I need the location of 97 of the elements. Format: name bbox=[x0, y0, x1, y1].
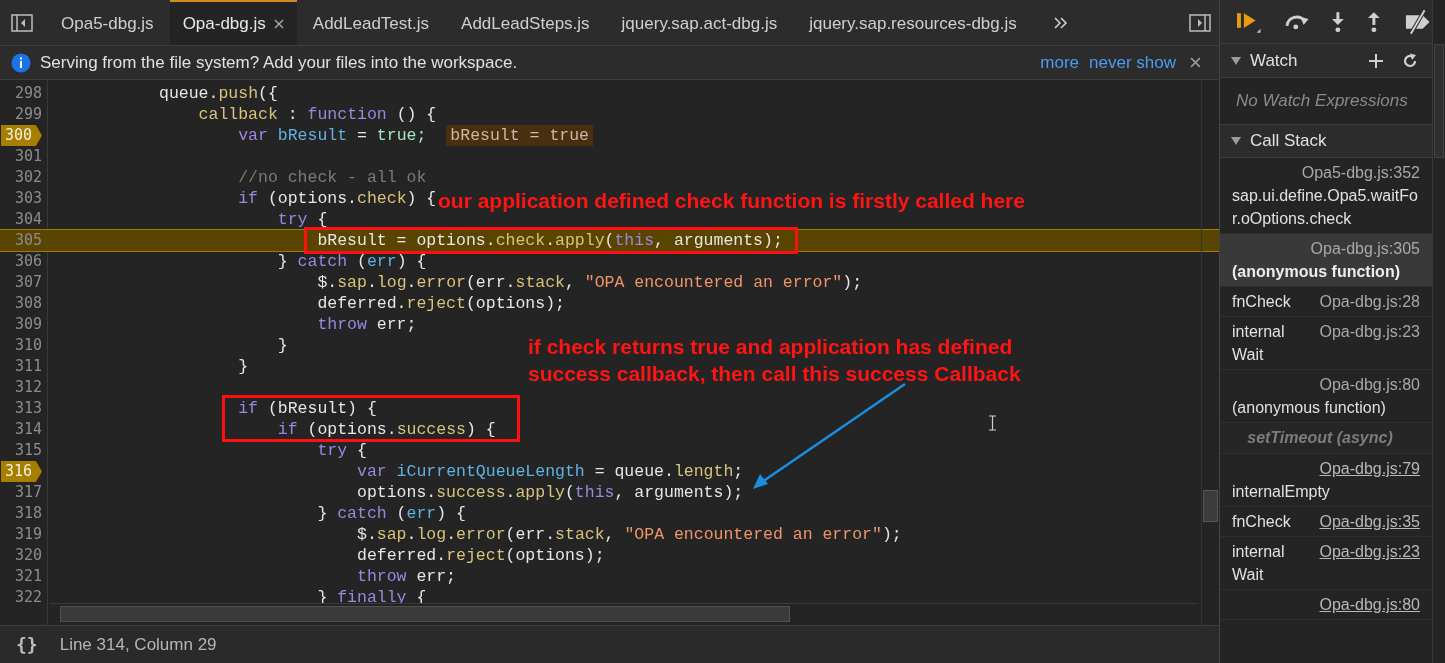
info-link[interactable]: more bbox=[1040, 49, 1080, 76]
frame-location[interactable]: Opa-dbg.js:80 bbox=[1319, 593, 1420, 616]
line-number: 314 bbox=[14, 419, 42, 440]
frame-location[interactable]: Opa-dbg.js:23 bbox=[1319, 540, 1420, 563]
code-line: options.success.apply(this, arguments); bbox=[357, 486, 744, 499]
frame-location[interactable]: Opa-dbg.js:79 bbox=[1319, 457, 1420, 480]
section-title[interactable]: Watch bbox=[1250, 47, 1298, 74]
line-number: 306 bbox=[14, 251, 42, 272]
file-tab[interactable]: AddLeadTest.js bbox=[296, 0, 446, 45]
scrollbar-thumb[interactable] bbox=[60, 606, 790, 622]
inline-value: bResult = true bbox=[446, 125, 593, 146]
step-out-icon[interactable] bbox=[1366, 10, 1381, 33]
file-tab[interactable]: jquery.sap.resources-dbg.js bbox=[793, 0, 1033, 45]
empty-message: No Watch Expressions bbox=[1236, 90, 1408, 113]
code-line: throw err; bbox=[317, 318, 417, 331]
frame-function: sap.ui.define.Opa5.waitFor.oOptions.check bbox=[1232, 186, 1419, 229]
line-number: 319 bbox=[14, 524, 42, 545]
line-number: 307 bbox=[14, 272, 42, 293]
line-number: 302 bbox=[14, 167, 42, 188]
add-icon[interactable] bbox=[1368, 52, 1384, 69]
line-number: 298 bbox=[14, 83, 42, 104]
async-separator: setTimeout (async) bbox=[1247, 428, 1393, 448]
code-line: if (options.success) { bbox=[277, 423, 496, 436]
code-line: try { bbox=[277, 213, 328, 226]
disclosure-triangle-icon[interactable] bbox=[1230, 135, 1242, 147]
frame-location[interactable]: Opa-dbg.js:35 bbox=[1319, 510, 1420, 533]
step-over-icon[interactable] bbox=[1283, 12, 1310, 31]
code-line: deferred.reject(options); bbox=[317, 297, 565, 310]
pretty-print-button[interactable]: {} bbox=[16, 631, 38, 658]
code-line: } bbox=[238, 360, 249, 373]
line-number: 318 bbox=[14, 503, 42, 524]
file-tab[interactable]: Opa5-dbg.js bbox=[45, 0, 170, 45]
close-icon[interactable] bbox=[1190, 57, 1201, 68]
line-number: 299 bbox=[14, 104, 42, 125]
info-message: Serving from the file system? Add your files into the workspace. bbox=[40, 51, 518, 74]
code-line: throw err; bbox=[357, 570, 457, 583]
frame-location[interactable]: Opa-dbg.js:28 bbox=[1319, 290, 1420, 313]
code-line: if (options.check) { bbox=[238, 192, 437, 205]
frame-location[interactable]: Opa5-dbg.js:352 bbox=[1301, 161, 1420, 184]
frame-location[interactable]: Opa-dbg.js:23 bbox=[1319, 320, 1420, 343]
line-number: 321 bbox=[14, 566, 42, 587]
line-number: 311 bbox=[14, 356, 42, 377]
frame-location[interactable]: Opa-dbg.js:80 bbox=[1319, 373, 1420, 396]
cursor-position: Line 314, Column 29 bbox=[59, 633, 217, 656]
code-line: } bbox=[277, 339, 288, 352]
file-tab[interactable]: Opa-dbg.js bbox=[169, 0, 297, 45]
line-number: 315 bbox=[14, 440, 42, 461]
frame-function: (anonymous function) bbox=[1232, 398, 1387, 418]
line-number: 312 bbox=[14, 377, 42, 398]
close-icon[interactable] bbox=[273, 18, 284, 29]
line-number: 322 bbox=[14, 587, 42, 608]
file-tab[interactable]: AddLeadSteps.js bbox=[445, 0, 606, 45]
line-number: 308 bbox=[14, 293, 42, 314]
line-number: 320 bbox=[14, 545, 42, 566]
frame-function: fnCheck bbox=[1232, 293, 1291, 310]
code-line: var iCurrentQueueLength = queue.length; bbox=[357, 465, 744, 478]
more-tabs-icon[interactable] bbox=[1052, 15, 1069, 30]
sidebar-toggle-icon[interactable] bbox=[1189, 13, 1211, 32]
line-number: 305 bbox=[14, 230, 42, 251]
line-number: 303 bbox=[14, 188, 42, 209]
line-number: 310 bbox=[14, 335, 42, 356]
code-line: } catch (err) { bbox=[277, 255, 427, 268]
annotation-text: our application defined check function is firstly called here bbox=[438, 188, 1025, 214]
call-frame[interactable]: Opa-dbg.js:305 (anonymous function) bbox=[1220, 234, 1432, 287]
scrollbar-thumb[interactable] bbox=[1434, 44, 1444, 158]
file-tab[interactable]: jquery.sap.act-dbg.js bbox=[605, 0, 794, 45]
frame-function: internalEmpty bbox=[1232, 482, 1331, 502]
code-line: //no check - all ok bbox=[238, 171, 427, 184]
info-link[interactable]: never show bbox=[1089, 49, 1176, 76]
frame-function: internalWait bbox=[1232, 543, 1285, 583]
code-line: deferred.reject(options); bbox=[357, 549, 605, 562]
frame-function: (anonymous function) bbox=[1232, 262, 1401, 282]
code-line: var bResult = true; bbox=[238, 129, 427, 142]
disclosure-triangle-icon[interactable] bbox=[1230, 54, 1242, 67]
code-line: $.sap.log.error(err.stack, "OPA encountered an error"); bbox=[357, 528, 902, 541]
line-number: 301 bbox=[14, 146, 42, 167]
code-line: callback : function () { bbox=[198, 108, 437, 121]
code-line: if (bResult) { bbox=[238, 402, 377, 415]
info-icon bbox=[11, 52, 31, 73]
scrollbar-thumb[interactable] bbox=[1203, 490, 1218, 522]
refresh-icon[interactable] bbox=[1402, 52, 1418, 69]
frame-function: fnCheck bbox=[1232, 513, 1291, 530]
annotation-text: if check returns true and application has defined success callback, then call this success Callback bbox=[528, 334, 1021, 387]
code-line: bResult = options.check.apply(this, arguments); bbox=[317, 234, 783, 247]
step-into-icon[interactable] bbox=[1331, 10, 1345, 33]
code-line: queue.push({ bbox=[159, 87, 278, 100]
frame-location[interactable]: Opa-dbg.js:305 bbox=[1310, 237, 1420, 260]
code-line: try { bbox=[317, 444, 367, 457]
line-number: 313 bbox=[14, 398, 42, 419]
code-line: } catch (err) { bbox=[317, 507, 466, 520]
line-number: 317 bbox=[14, 482, 42, 503]
sidebar-toggle-icon[interactable] bbox=[11, 13, 33, 32]
frame-function: internalWait bbox=[1232, 323, 1285, 363]
text-cursor-icon bbox=[988, 415, 997, 431]
line-number: 304 bbox=[14, 209, 42, 230]
code-line: $.sap.log.error(err.stack, "OPA encountered an error"); bbox=[317, 276, 863, 289]
line-number: 309 bbox=[14, 314, 42, 335]
